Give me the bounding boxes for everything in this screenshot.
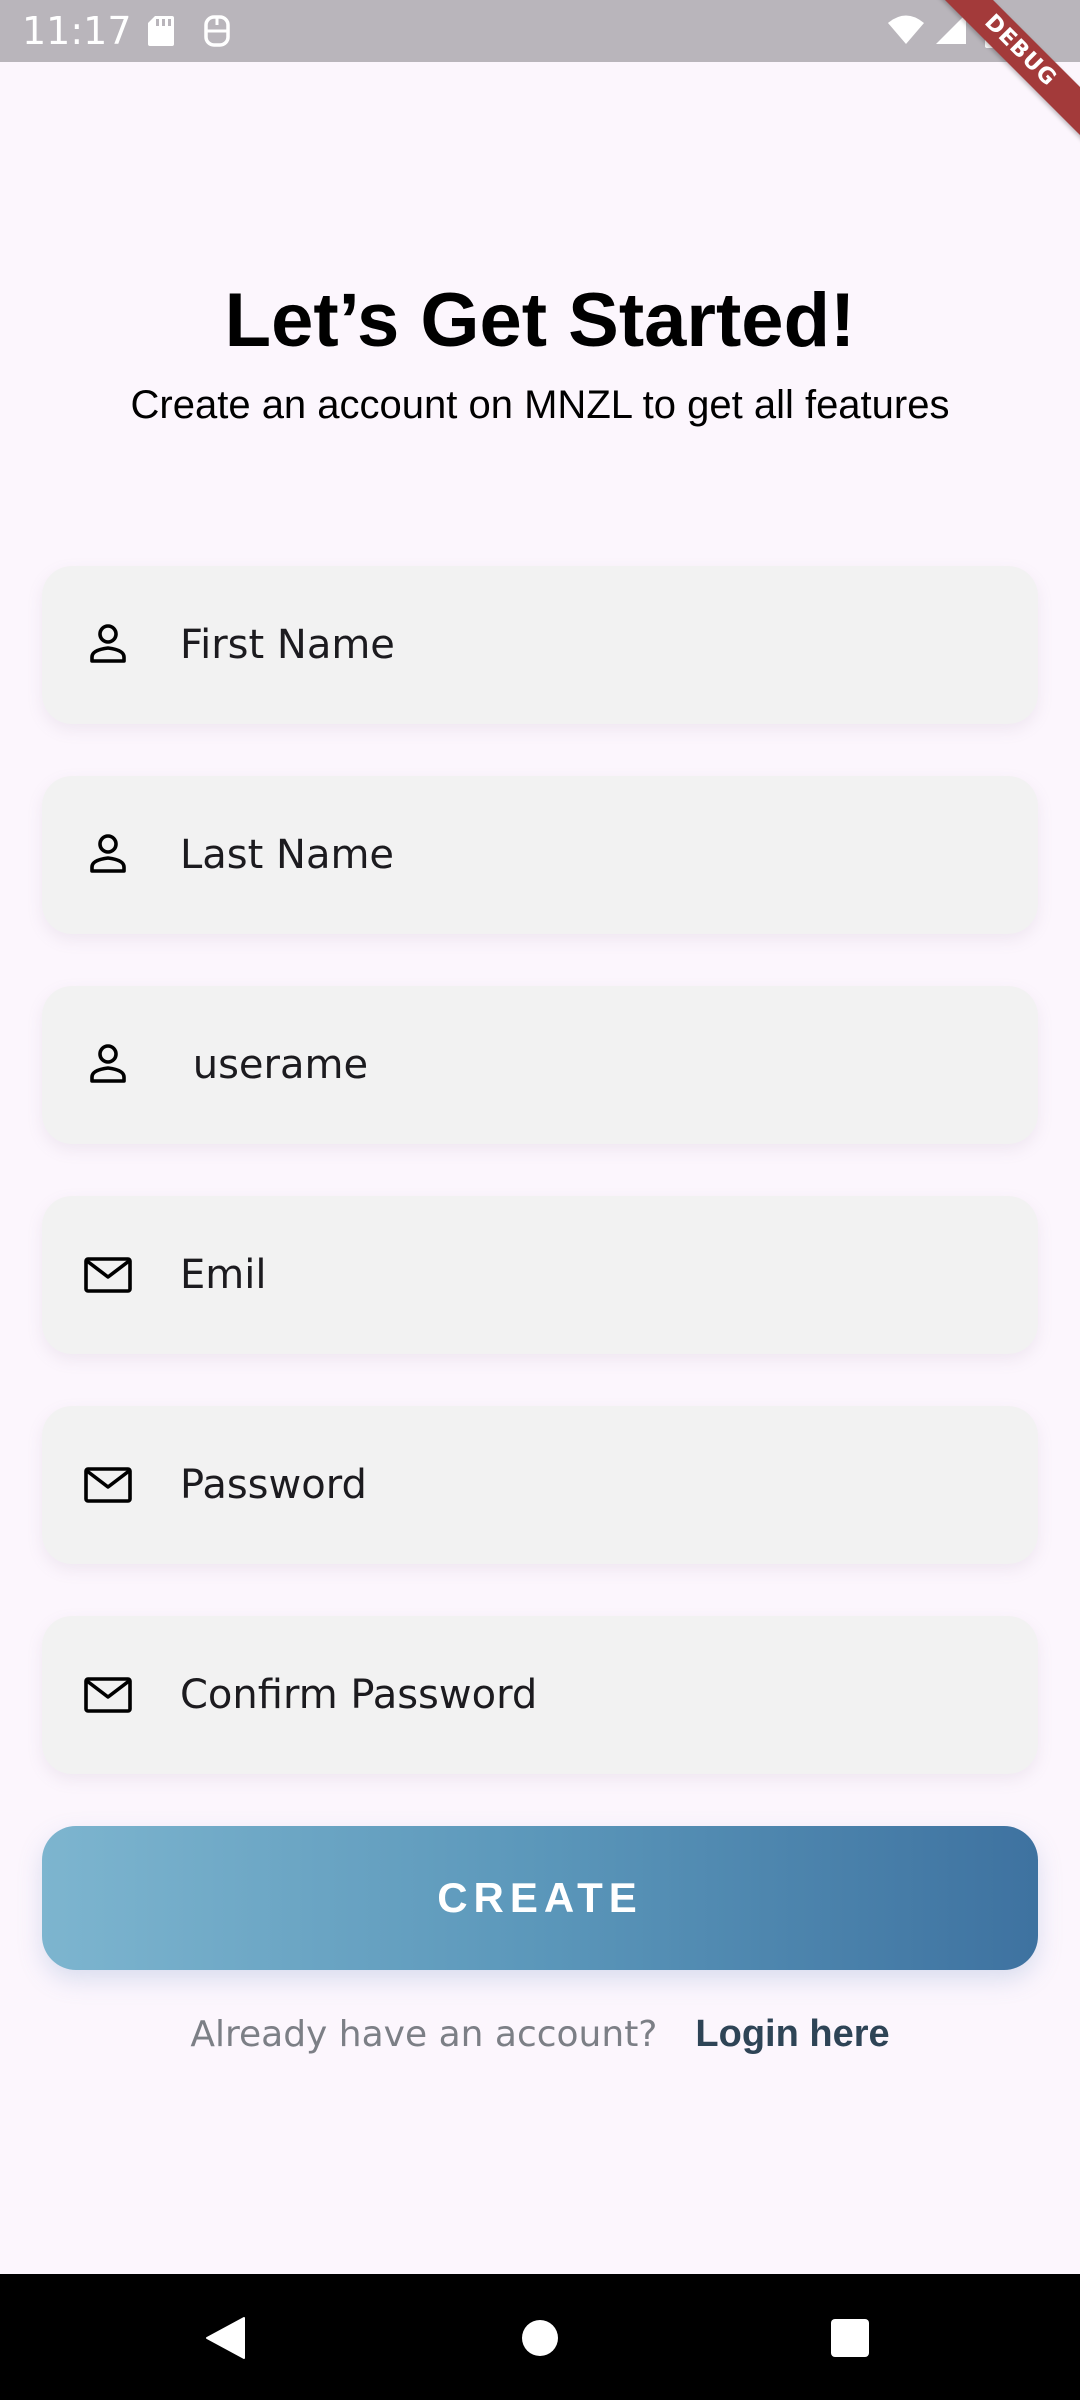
person-icon <box>90 1044 126 1083</box>
page-subtitle: Create an account on MNZL to get all fea… <box>130 383 950 427</box>
status-bar: 11:17 <box>0 0 1080 62</box>
email-field[interactable] <box>42 1196 1038 1354</box>
login-here-link[interactable]: Login here <box>695 2013 889 2055</box>
mail-icon <box>84 1257 132 1293</box>
login-row: Already have an account? Login here <box>0 2010 1080 2059</box>
home-icon[interactable] <box>520 2318 560 2358</box>
notification-icon <box>204 15 230 47</box>
password-field[interactable] <box>42 1406 1038 1564</box>
email-input[interactable] <box>180 1196 1000 1354</box>
first-name-field[interactable] <box>42 566 1038 724</box>
confirm-password-input[interactable] <box>180 1616 1000 1774</box>
page-title: Let’s Get Started! <box>224 278 856 363</box>
last-name-input[interactable] <box>180 776 1000 934</box>
username-field[interactable] <box>42 986 1038 1144</box>
sd-card-icon <box>148 16 174 46</box>
person-icon <box>90 834 126 873</box>
password-input[interactable] <box>180 1406 1000 1564</box>
mail-icon <box>84 1467 132 1503</box>
username-input[interactable] <box>180 986 1000 1144</box>
person-icon <box>90 624 126 663</box>
wifi-icon <box>888 15 924 44</box>
login-prompt: Already have an account? <box>190 2014 658 2055</box>
status-time: 11:17 <box>22 9 132 53</box>
sign-up-screen: 11:17 DEBUG Let’s Get Started! Create an… <box>0 0 1080 2400</box>
last-name-field[interactable] <box>42 776 1038 934</box>
back-icon[interactable] <box>204 2316 246 2360</box>
confirm-password-field[interactable] <box>42 1616 1038 1774</box>
recents-icon[interactable] <box>830 2318 870 2358</box>
navigation-bar <box>0 2274 1080 2400</box>
create-button[interactable]: CREATE <box>42 1826 1038 1970</box>
mail-icon <box>84 1677 132 1713</box>
first-name-input[interactable] <box>180 566 1000 724</box>
